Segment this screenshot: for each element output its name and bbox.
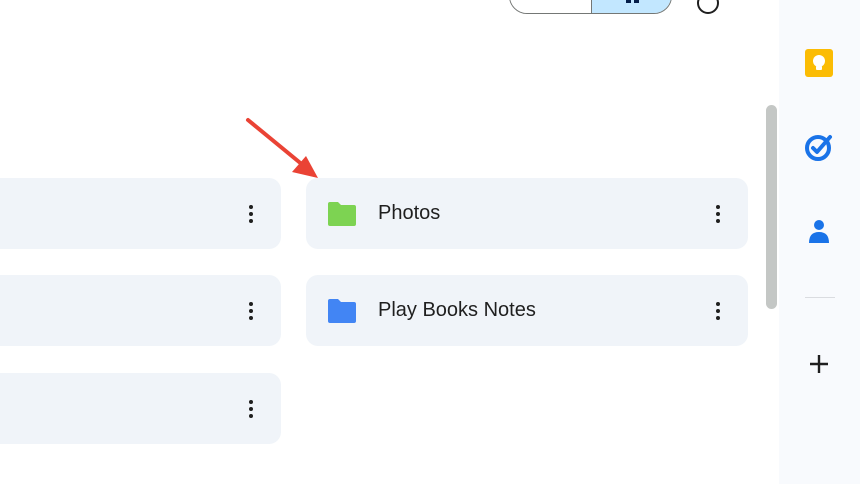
keep-icon[interactable] <box>804 48 834 78</box>
list-view-button[interactable] <box>510 0 591 13</box>
folder-icon <box>328 202 356 226</box>
folder-card[interactable] <box>0 178 281 249</box>
folder-icon <box>328 299 356 323</box>
folder-card[interactable] <box>0 373 281 444</box>
more-options-icon[interactable] <box>239 202 263 226</box>
info-icon[interactable] <box>695 0 721 16</box>
grid-icon <box>626 0 639 3</box>
folder-card-play-books-notes[interactable]: Play Books Notes <box>306 275 748 346</box>
contacts-icon[interactable] <box>804 216 834 246</box>
side-panel <box>779 0 860 484</box>
tasks-icon[interactable] <box>804 132 834 162</box>
annotation-arrow-icon <box>246 118 318 178</box>
plus-icon[interactable] <box>804 349 834 379</box>
folder-card-photos[interactable]: Photos <box>306 178 748 249</box>
divider <box>805 297 835 298</box>
folder-card[interactable] <box>0 275 281 346</box>
scrollbar-thumb[interactable] <box>766 105 777 309</box>
more-options-icon[interactable] <box>239 397 263 421</box>
folder-name: Photos <box>378 202 441 224</box>
view-toggle[interactable] <box>509 0 672 14</box>
more-options-icon[interactable] <box>239 299 263 323</box>
more-options-icon[interactable] <box>706 202 730 226</box>
folder-name: Play Books Notes <box>378 299 536 321</box>
more-options-icon[interactable] <box>706 299 730 323</box>
grid-view-button[interactable] <box>591 0 671 13</box>
